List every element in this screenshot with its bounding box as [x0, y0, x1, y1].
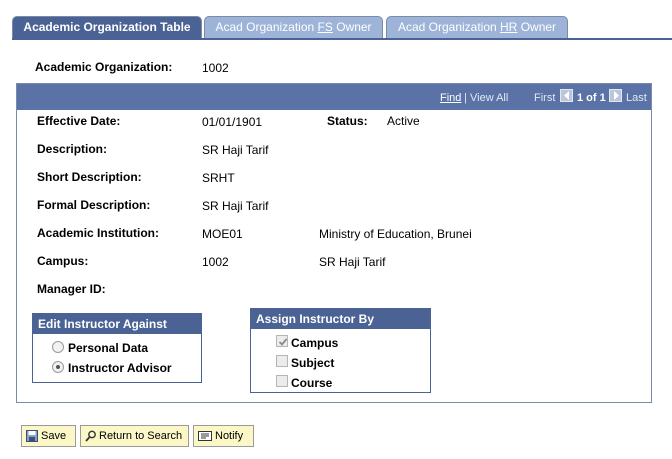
formal-description-label: Formal Description:	[37, 198, 151, 212]
campus-checkbox[interactable]	[276, 335, 288, 347]
notify-label: Notify	[215, 430, 244, 442]
academic-organization-value: 1002	[202, 61, 229, 75]
academic-institution-value: MOE01	[202, 227, 243, 241]
tab-label-suffix: Owner	[517, 20, 557, 34]
tab-label-suffix: Owner	[332, 20, 372, 34]
campus-label: Campus:	[37, 254, 89, 268]
course-option-label: Course	[291, 376, 333, 390]
academic-institution-label: Academic Institution:	[37, 226, 160, 240]
assign-instructor-by-group: Assign Instructor By Campus Subject Cour…	[250, 308, 431, 393]
radio-selected-dot	[56, 365, 60, 369]
tab-underline	[12, 38, 672, 40]
tab-acad-organization-hr-owner[interactable]: Acad Organization HR Owner	[386, 16, 568, 38]
checkmark-icon	[278, 338, 288, 346]
campus-option-label: Campus	[291, 336, 339, 350]
description-value: SR Haji Tarif	[202, 143, 269, 157]
group-title: Edit Instructor Against	[33, 314, 201, 334]
campus-description: SR Haji Tarif	[319, 255, 386, 269]
save-icon	[26, 430, 38, 442]
previous-row-button[interactable]	[560, 89, 573, 102]
notify-icon	[198, 431, 212, 441]
return-to-search-label: Return to Search	[99, 430, 183, 442]
academic-institution-description: Ministry of Education, Brunei	[319, 227, 472, 241]
first-label: First	[534, 92, 556, 104]
campus-value: 1002	[202, 255, 229, 269]
tab-label-accesskey: HR	[500, 20, 518, 34]
tab-label-prefix: Acad Organization	[215, 20, 318, 34]
formal-description-value: SR Haji Tarif	[202, 199, 269, 213]
save-label: Save	[41, 430, 67, 442]
row-range: 1 of 1	[577, 92, 606, 104]
notify-button[interactable]: Notify	[193, 425, 254, 447]
edit-instructor-against-group: Edit Instructor Against Personal Data In…	[32, 313, 202, 383]
tab-academic-organization-table[interactable]: Academic Organization Table	[12, 16, 202, 39]
short-description-value: SRHT	[202, 171, 235, 185]
return-to-search-button[interactable]: Return to Search	[80, 425, 189, 447]
instructor-advisor-label: Instructor Advisor	[68, 361, 172, 375]
next-row-button[interactable]	[609, 89, 622, 102]
effective-date-value: 01/01/1901	[202, 115, 263, 129]
last-label: Last	[626, 92, 647, 104]
status-label: Status:	[327, 114, 368, 128]
academic-organization-label: Academic Organization:	[35, 60, 173, 74]
nav-separator: |	[464, 92, 467, 104]
course-checkbox[interactable]	[276, 375, 288, 387]
grid-navigation-bar: Find | View All First 1 of 1 Last	[17, 84, 651, 110]
personal-data-label: Personal Data	[68, 341, 149, 355]
short-description-label: Short Description:	[37, 170, 142, 184]
tab-acad-organization-fs-owner[interactable]: Acad Organization FS Owner	[204, 16, 383, 38]
tab-label-prefix: Acad Organization	[397, 20, 501, 34]
personal-data-radio[interactable]	[52, 341, 64, 353]
subject-checkbox[interactable]	[276, 355, 288, 367]
instructor-advisor-radio[interactable]	[52, 361, 64, 373]
save-button[interactable]: Save	[21, 425, 76, 447]
manager-id-label: Manager ID:	[37, 282, 106, 296]
group-title: Assign Instructor By	[251, 309, 430, 329]
tab-label-accesskey: FS	[317, 20, 333, 34]
chevron-left-icon	[564, 91, 569, 100]
subject-option-label: Subject	[291, 356, 335, 370]
find-link[interactable]: Find	[440, 92, 461, 104]
tab-label: Academic Organization Table	[23, 20, 191, 34]
status-value: Active	[387, 114, 420, 128]
chevron-right-icon	[614, 91, 619, 100]
view-all-link[interactable]: View All	[470, 92, 508, 104]
description-label: Description:	[37, 142, 108, 156]
search-icon	[85, 430, 96, 442]
effective-date-label: Effective Date:	[37, 114, 121, 128]
